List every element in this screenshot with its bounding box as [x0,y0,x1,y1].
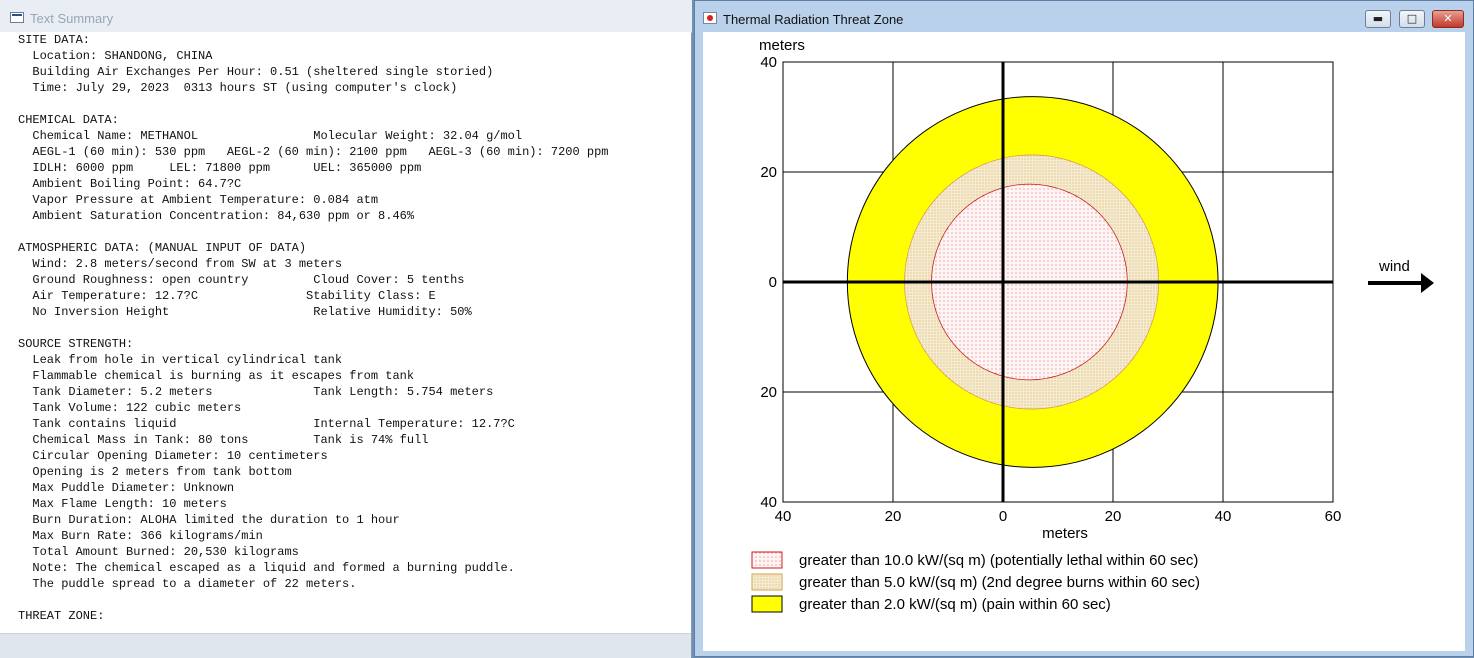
legend-label: greater than 2.0 kW/(sq m) (pain within … [799,596,1111,613]
maximize-button[interactable]: □ [1399,10,1425,28]
y-tick-label: 20 [760,384,777,401]
horizontal-scrollbar[interactable] [0,633,691,658]
window-app-icon [10,12,24,23]
y-tick-label: 20 [760,164,777,181]
x-tick-label: 0 [999,508,1007,525]
x-axis-label: meters [1042,525,1088,542]
wind-label: wind [1378,258,1410,275]
threat-zone-window: Thermal Radiation Threat Zone ▬ □ ✕ 40 20… [694,0,1474,657]
threat-zone-plot-area: 40 20 0 20 40 40 20 0 20 40 60 meters meters wind grea… [703,32,1465,651]
legend-swatch [751,573,783,591]
summary-text: SITE DATA: Location: SHANDONG, CHINA Bui… [18,33,609,623]
threat-zone-app-icon [703,12,717,24]
legend-label: greater than 5.0 kW/(sq m) (2nd degree b… [799,574,1200,591]
legend-label: greater than 10.0 kW/(sq m) (potentially… [799,552,1198,569]
wind-arrow-head [1421,273,1434,293]
threat-zone-title-bar[interactable]: Thermal Radiation Threat Zone ▬ □ ✕ [695,1,1473,32]
close-button[interactable]: ✕ [1432,10,1464,28]
summary-text-area[interactable]: SITE DATA: Location: SHANDONG, CHINA Bui… [0,32,691,633]
y-tick-label: 40 [760,54,777,71]
legend-swatch [751,595,783,613]
x-tick-label: 40 [775,508,792,525]
legend-swatch [751,551,783,569]
y-tick-label: 0 [769,274,777,291]
x-tick-label: 60 [1325,508,1342,525]
minimize-button[interactable]: ▬ [1365,10,1391,28]
summary-window-title: Text Summary [30,11,114,26]
y-axis-label: meters [759,37,805,54]
x-tick-label: 20 [1105,508,1122,525]
threat-zone-chart: 40200204040 20 0 20 40 60metersmeterswindgrea… [751,37,1434,613]
x-tick-label: 20 [885,508,902,525]
summary-title-bar[interactable]: Text Summary [0,0,692,33]
threat-zone-window-title: Thermal Radiation Threat Zone [723,12,904,27]
x-tick-label: 40 [1215,508,1232,525]
text-summary-window: Text Summary SITE DATA: Location: SHANDO… [0,0,692,658]
